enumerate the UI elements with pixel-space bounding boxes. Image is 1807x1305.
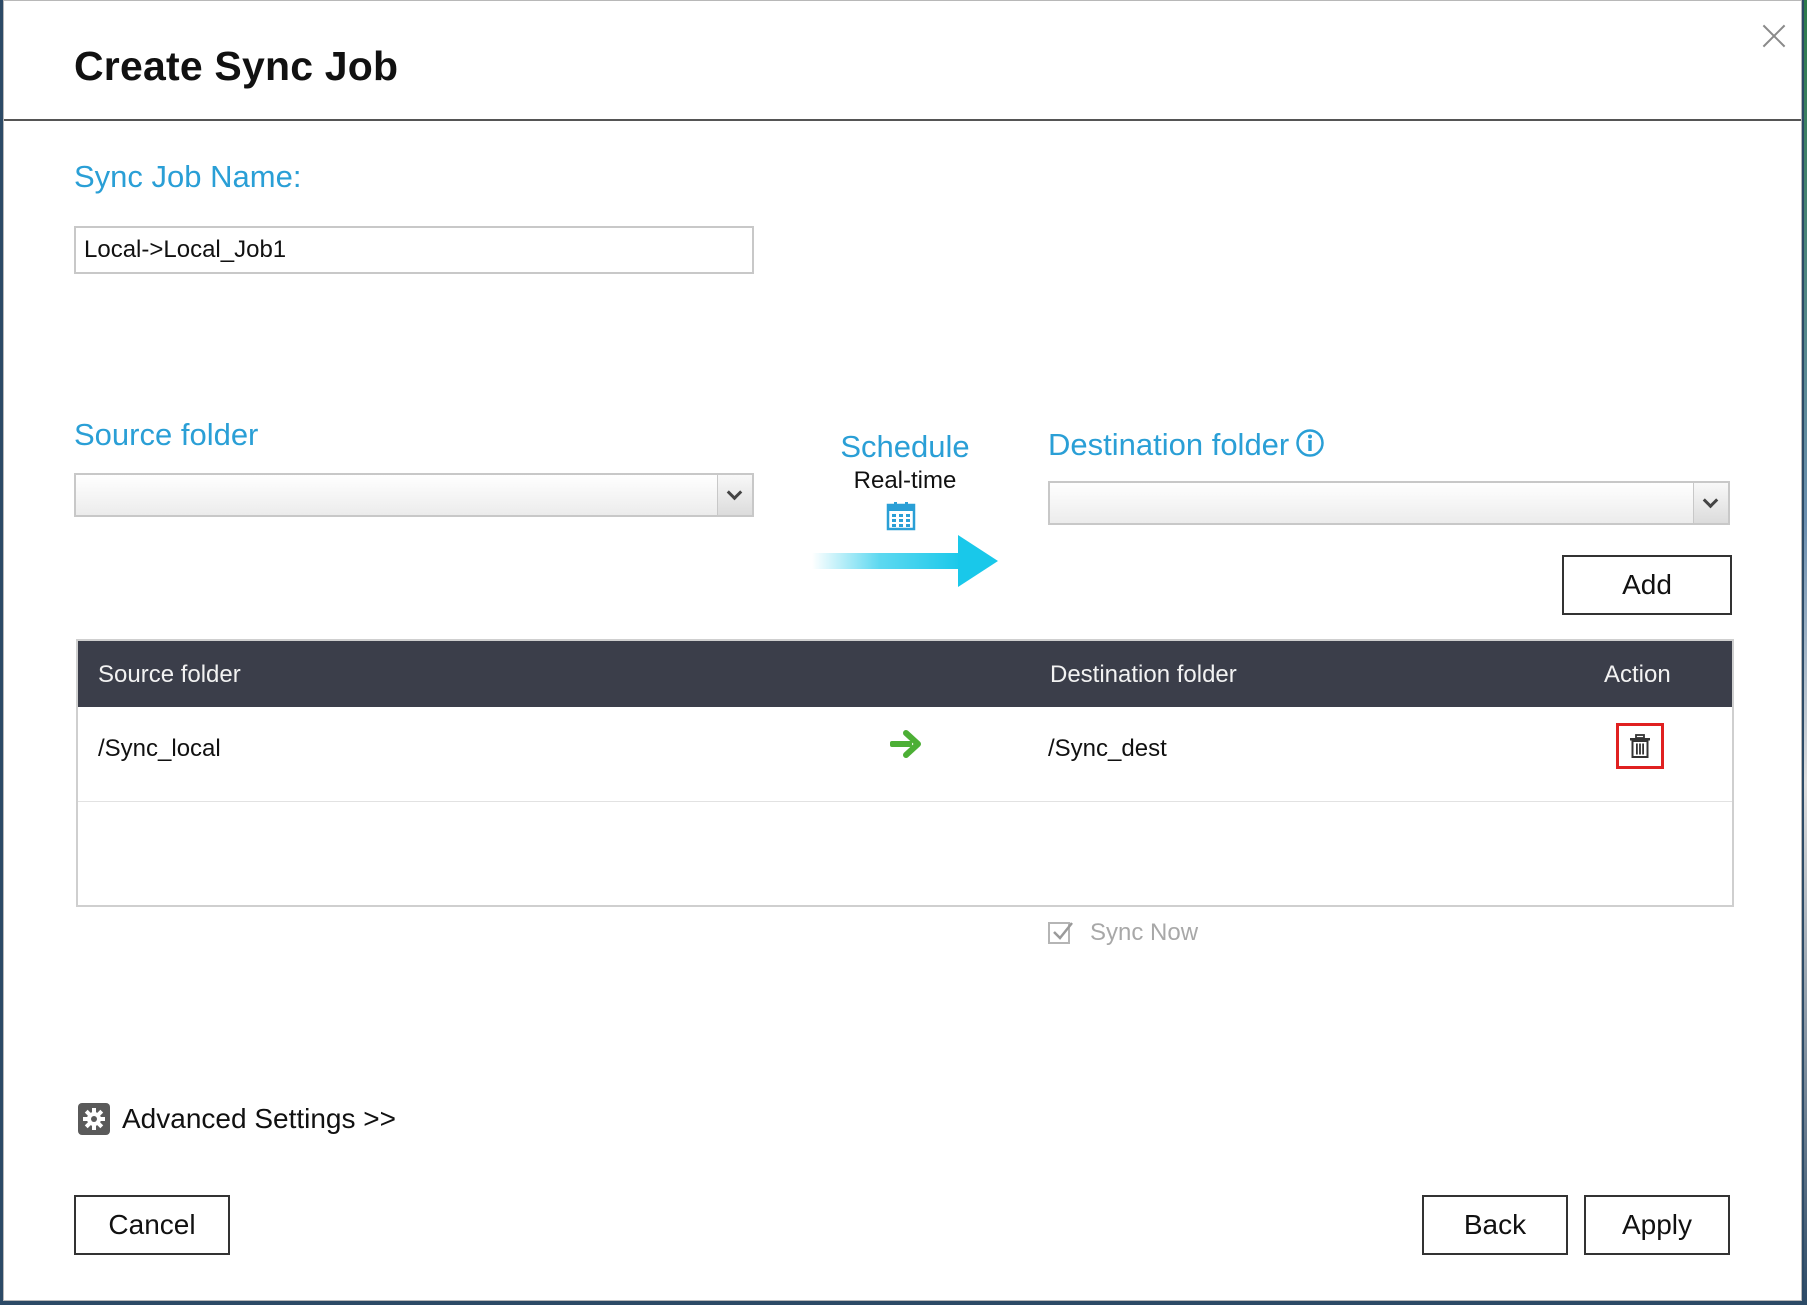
schedule-label[interactable]: Schedule bbox=[804, 429, 1006, 465]
advanced-settings-label[interactable]: Advanced Settings >> bbox=[122, 1103, 396, 1135]
destination-folder-label: Destination folder bbox=[1048, 427, 1290, 462]
column-header-action: Action bbox=[1604, 661, 1671, 688]
title-divider bbox=[4, 119, 1801, 121]
source-folder-label: Source folder bbox=[74, 417, 259, 452]
source-folder-select[interactable] bbox=[74, 473, 754, 517]
create-sync-job-dialog: Create Sync Job Sync Job Name: Source fo… bbox=[3, 0, 1802, 1301]
sync-job-name-input[interactable] bbox=[74, 226, 754, 274]
sync-now-label[interactable]: Sync Now bbox=[1090, 919, 1198, 947]
column-header-destination: Destination folder bbox=[1050, 661, 1237, 688]
calendar-icon[interactable] bbox=[886, 501, 916, 531]
arrow-right-icon bbox=[888, 729, 926, 759]
add-button[interactable]: Add bbox=[1562, 555, 1732, 615]
advanced-settings-link[interactable]: Advanced Settings >> bbox=[78, 1103, 396, 1135]
close-icon[interactable] bbox=[1757, 19, 1791, 53]
destination-folder-select[interactable] bbox=[1048, 481, 1730, 525]
info-icon[interactable] bbox=[1295, 428, 1325, 458]
row-source-folder: /Sync_local bbox=[98, 735, 221, 762]
trash-icon bbox=[1630, 734, 1650, 758]
delete-row-button[interactable] bbox=[1616, 723, 1664, 769]
table-header: Source folder Destination folder Action bbox=[78, 641, 1732, 707]
schedule-value: Real-time bbox=[853, 467, 957, 494]
checkmark-icon bbox=[1053, 922, 1073, 940]
chevron-down-icon[interactable] bbox=[717, 475, 752, 515]
chevron-down-icon[interactable] bbox=[1693, 483, 1728, 523]
sync-now-checkbox[interactable] bbox=[1048, 922, 1073, 944]
table-row: /Sync_local /Sync_dest bbox=[78, 707, 1732, 802]
sync-now-option[interactable]: Sync Now bbox=[1048, 919, 1198, 947]
apply-button[interactable]: Apply bbox=[1584, 1195, 1730, 1255]
cancel-button[interactable]: Cancel bbox=[74, 1195, 230, 1255]
dialog-title: Create Sync Job bbox=[74, 43, 399, 89]
folder-pair-table: Source folder Destination folder Action … bbox=[76, 639, 1734, 907]
back-button[interactable]: Back bbox=[1422, 1195, 1568, 1255]
sync-direction-arrow-icon bbox=[812, 533, 998, 589]
sync-job-name-label: Sync Job Name: bbox=[74, 159, 302, 194]
row-destination-folder: /Sync_dest bbox=[1048, 735, 1167, 762]
column-header-source: Source folder bbox=[98, 661, 241, 688]
gear-icon[interactable] bbox=[78, 1103, 110, 1135]
